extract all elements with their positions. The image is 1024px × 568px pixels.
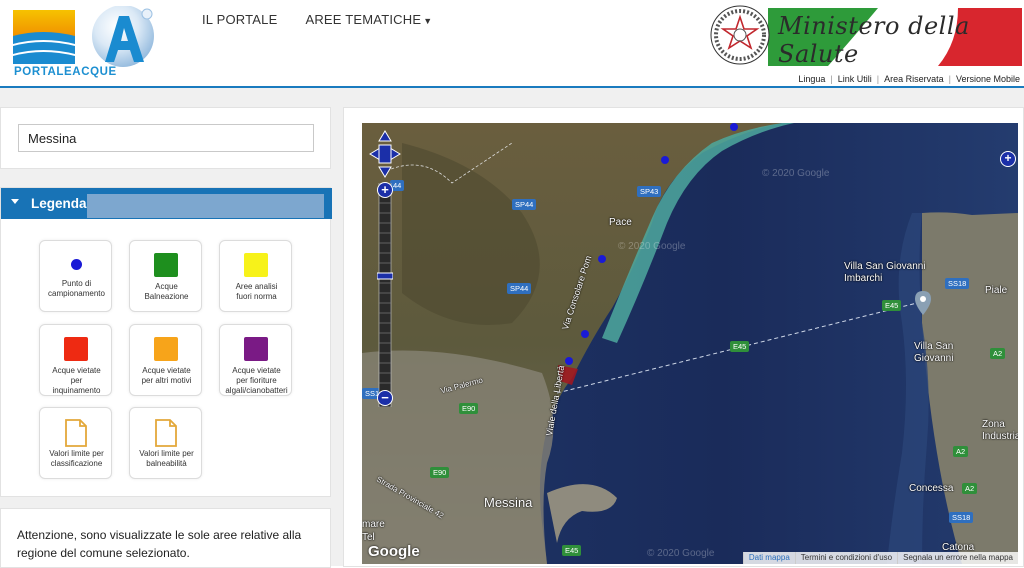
nav-aree-tematiche[interactable]: AREE TEMATICHE ▼ [305,12,432,27]
color-swatch-icon [244,253,268,277]
road-e45: E45 [730,341,750,352]
link-segnala-errore[interactable]: Segnala un errore nella mappa [897,552,1018,564]
nav-il-portale[interactable]: IL PORTALE [202,12,277,27]
road-sp44: SP44 [512,199,537,210]
map-label-concessa: Concessa [909,483,954,494]
map-label-messina: Messina [484,495,533,510]
road-sp43: SP43 [637,186,662,197]
color-swatch-icon [154,253,178,277]
map-watermark: © 2020 Google [762,168,830,179]
caret-down-icon: ▼ [423,16,433,26]
legend-item-label: Acque vietate [232,366,281,375]
road-sp44: SP44 [507,283,532,294]
color-swatch-icon [154,337,178,361]
pan-control[interactable] [368,129,402,179]
site-header: PORTALEACQUE IL PORTALE AREE TEMATICHE ▼ … [0,0,1024,88]
sample-point-icon [71,259,82,270]
road-e45: E45 [562,545,582,556]
map-label-villa-sg: Villa San Giovanni [914,341,954,364]
legend-item-label: Punto di [61,279,92,288]
collapse-arrow-icon[interactable] [11,199,19,204]
road-e45: E45 [882,300,902,311]
legend-item-acque-vietate-altri-motivi[interactable]: Acque vietate per altri motivi [129,324,202,396]
legend-item-label: fuori norma [236,292,277,301]
legend-header[interactable]: Legenda [1,188,332,219]
comune-search-input[interactable] [18,124,314,152]
legend-title: Legenda [31,196,87,211]
document-icon [155,419,177,447]
legend-item-label: per [70,376,83,385]
ministry-title: Ministero della Salute [778,12,970,68]
map-watermark: © 2020 Google [647,548,715,559]
warning-text: Attenzione, sono visualizzate le sole ar… [17,528,302,560]
map-label-edge-2: Tel [362,532,375,543]
legend-item-acque-vietate-fioriture[interactable]: Acque vietate per fioriture algali/cianoba… [219,324,292,396]
road-ss18: SS18 [949,512,974,523]
map-label-zona-industriale: Zona Industriale A [982,419,1018,442]
expand-map-button[interactable]: + [1000,151,1016,167]
legend-item-valori-limite-balneabilita[interactable]: Valori limite per balneabilità [129,407,202,479]
link-versione-mobile[interactable]: Versione Mobile [956,74,1020,84]
map-watermark: © 2020 Google [618,241,686,252]
road-a2: A2 [962,483,978,494]
map-label-pace: Pace [609,217,632,228]
warning-note: Attenzione, sono visualizzate le sole ar… [0,508,331,568]
legend-item-aree-analisi-fuori-norma[interactable]: Aree analisi fuori norma [219,240,292,312]
legend-item-valori-limite-classificazione[interactable]: Valori limite per classificazione [39,407,112,479]
utility-links: Lingua | Link Utili | Area Riservata | V… [798,74,1020,84]
legend-item-punto-campionamento[interactable]: Punto di campionamento [39,240,112,312]
color-swatch-icon [244,337,268,361]
legend-item-label: Valori limite per [49,449,104,458]
main-nav: IL PORTALE AREE TEMATICHE ▼ [202,12,432,27]
legend-title-highlight [87,194,324,218]
legend-panel: Legenda Punto di campionamento Acque Balnea… [0,187,332,497]
map-footer: Dati mappa Termini e condizioni d'uso Se… [742,552,1018,564]
road-a2: A2 [990,348,1006,359]
legend-item-acque-vietate-inquinamento[interactable]: Acque vietate per inquinamento [39,324,112,396]
legend-item-label: Acque vietate [142,366,191,375]
map-label-piale: Piale [985,285,1008,296]
zoom-in-button[interactable]: + [377,182,393,198]
legend-item-label: algali/cianobatteri [225,386,288,395]
link-area-riservata[interactable]: Area Riservata [884,74,944,84]
legend-item-label: classificazione [50,459,103,468]
legend-item-label: Aree analisi [235,282,278,291]
legend-item-label: per altri motivi [141,376,192,385]
legend-item-label: Acque [155,282,178,291]
link-lingua[interactable]: Lingua [798,74,825,84]
road-e90: E90 [430,467,450,478]
search-panel [0,107,331,169]
link-link-utili[interactable]: Link Utili [838,74,872,84]
logo-text: PORTALEACQUE [14,66,117,78]
map-label-villa-sg-imbarchi: Villa San Giovanni Imbarchi [844,261,926,284]
legend-item-label: balneabilità [146,459,187,468]
legend-item-label: inquinamento [52,386,101,395]
document-icon [65,419,87,447]
link-dati-mappa[interactable]: Dati mappa [742,552,795,564]
map-viewport[interactable]: © 2020 Google © 2020 Google © 2020 Googl… [362,123,1018,564]
legend-item-label: Acque vietate [52,366,101,375]
color-swatch-icon [64,337,88,361]
legend-item-label: per fioriture [236,376,277,385]
map-label-edge: mare [362,519,385,530]
zoom-out-button[interactable]: − [377,390,393,406]
zoom-slider[interactable] [377,183,393,407]
road-e90: E90 [459,403,479,414]
road-ss18: SS18 [945,278,970,289]
link-termini[interactable]: Termini e condizioni d'uso [794,552,898,564]
legend-item-label: campionamento [48,289,105,298]
google-logo: Google [368,543,420,560]
legend-item-label: Balneazione [144,292,189,301]
legend-item-label: Valori limite per [139,449,194,458]
legend-item-acque-balneazione[interactable]: Acque Balneazione [129,240,202,312]
road-a2: A2 [953,446,969,457]
